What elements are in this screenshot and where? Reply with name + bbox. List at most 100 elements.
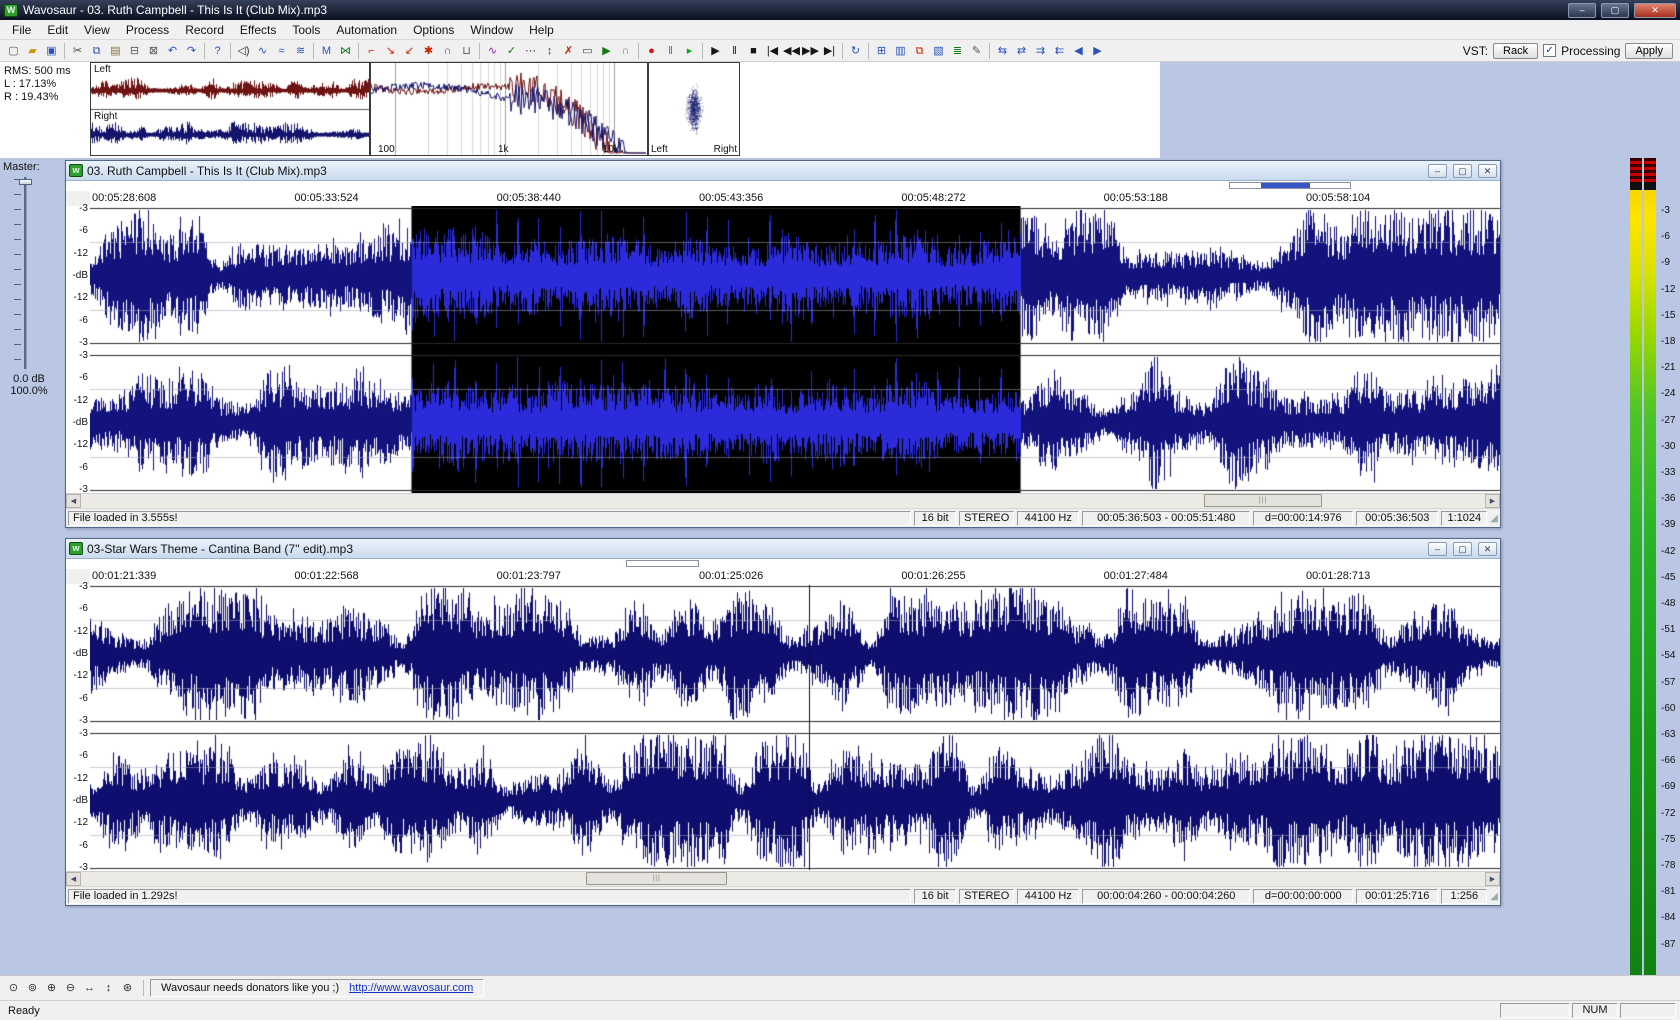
menu-edit[interactable]: Edit (39, 21, 76, 39)
menu-automation[interactable]: Automation (328, 21, 405, 39)
rewind-icon[interactable]: ◀◀ (782, 42, 801, 60)
menu-view[interactable]: View (76, 21, 118, 39)
menu-window[interactable]: Window (462, 21, 521, 39)
go-start-icon[interactable]: |◀ (763, 42, 782, 60)
horizontal-scrollbar[interactable]: ◀ ||| ▶ (66, 493, 1500, 508)
envelope-frame-icon[interactable]: ▭ (578, 42, 597, 60)
marker-icon[interactable]: M (317, 42, 336, 60)
channels-swap-icon[interactable]: ⇄ (1012, 42, 1031, 60)
record-icon[interactable]: ● (642, 42, 661, 60)
clear-envelope-icon[interactable]: ✗ (559, 42, 578, 60)
mark-in-icon[interactable]: ↘ (381, 42, 400, 60)
nudge-left-icon[interactable]: ◀ (1069, 42, 1088, 60)
new-file-icon[interactable]: ▢ (4, 42, 23, 60)
zoom-100-icon[interactable]: ⊛ (118, 979, 137, 997)
vertical-zoom-icon[interactable]: ↕ (540, 42, 559, 60)
zoom-vertical-icon[interactable]: ↕ (99, 979, 118, 997)
mark-out-icon[interactable]: ↙ (400, 42, 419, 60)
scroll-left-icon[interactable]: ◀ (66, 872, 81, 886)
envelope-icon[interactable]: ∿ (483, 42, 502, 60)
go-end-icon[interactable]: ▶| (820, 42, 839, 60)
scroll-track[interactable]: ||| (81, 494, 1485, 508)
overview-bar[interactable] (626, 560, 699, 567)
child-maximize-button[interactable]: ▢ (1453, 542, 1472, 556)
child-maximize-button[interactable]: ▢ (1453, 164, 1472, 178)
zoom-tool-icon[interactable]: ⊙ (4, 979, 23, 997)
resize-grip-icon[interactable]: ◢ (1490, 889, 1498, 904)
waveform-view-icon[interactable]: ∿ (253, 42, 272, 60)
audio-config-icon[interactable]: ◁) (234, 42, 253, 60)
envelope-points-icon[interactable]: ⋯ (521, 42, 540, 60)
menu-file[interactable]: File (4, 21, 39, 39)
scroll-right-icon[interactable]: ▶ (1485, 494, 1500, 508)
close-button[interactable]: ✕ (1634, 3, 1676, 18)
scrollbar-thumb[interactable]: ||| (586, 872, 726, 885)
snap-icon[interactable]: ✱ (419, 42, 438, 60)
statistics-icon[interactable]: ▥ (891, 42, 910, 60)
child-minimize-button[interactable]: – (1428, 164, 1447, 178)
child-close-button[interactable]: ✕ (1478, 164, 1497, 178)
menu-options[interactable]: Options (405, 21, 462, 39)
master-slider-thumb[interactable] (19, 179, 32, 185)
channels-split-icon[interactable]: ⇆ (993, 42, 1012, 60)
vst-rack-button[interactable]: Rack (1493, 43, 1538, 59)
menu-tools[interactable]: Tools (284, 21, 328, 39)
trim-icon[interactable]: ⊟ (125, 42, 144, 60)
menu-effects[interactable]: Effects (232, 21, 284, 39)
app-titlebar[interactable]: W Wavosaur - 03. Ruth Campbell - This Is… (0, 0, 1680, 20)
stop-icon[interactable]: ■ (744, 42, 763, 60)
wavosaur-link[interactable]: http://www.wavosaur.com (349, 982, 473, 994)
lock-envelope-icon[interactable]: ∩ (616, 42, 635, 60)
minimize-button[interactable]: – (1568, 3, 1596, 18)
copy-icon[interactable]: ⧉ (87, 42, 106, 60)
apply-envelope-icon[interactable]: ✓ (502, 42, 521, 60)
menu-record[interactable]: Record (177, 21, 232, 39)
processing-checkbox[interactable]: ✓ (1543, 44, 1556, 57)
scroll-right-icon[interactable]: ▶ (1485, 872, 1500, 886)
marker-play-icon[interactable]: ⋈ (336, 42, 355, 60)
apply-button[interactable]: Apply (1625, 43, 1673, 59)
zoom-all-wave-icon[interactable]: ≋ (291, 42, 310, 60)
save-file-icon[interactable]: ▣ (42, 42, 61, 60)
delete-icon[interactable]: ⊠ (144, 42, 163, 60)
channels-extract-icon[interactable]: ⇇ (1050, 42, 1069, 60)
scrollbar-thumb[interactable]: ||| (1204, 494, 1322, 507)
master-slider[interactable] (14, 177, 36, 369)
horizontal-scrollbar[interactable]: ◀ ||| ▶ (66, 871, 1500, 886)
resize-grip-icon[interactable]: ◢ (1490, 511, 1498, 526)
scroll-left-icon[interactable]: ◀ (66, 494, 81, 508)
pause-record-icon[interactable]: ‖ (661, 42, 680, 60)
child-titlebar[interactable]: w 03-Star Wars Theme - Cantina Band (7''… (66, 539, 1500, 559)
cut-icon[interactable]: ✂ (68, 42, 87, 60)
zoom-free-icon[interactable]: ⊚ (23, 979, 42, 997)
help-icon[interactable]: ? (208, 42, 227, 60)
scroll-track[interactable]: ||| (81, 872, 1485, 886)
zoom-horizontal-icon[interactable]: ↔ (80, 979, 99, 997)
copy-loop-icon[interactable]: ⧉ (910, 42, 929, 60)
zoom-selection-wave-icon[interactable]: ≈ (272, 42, 291, 60)
nudge-right-icon[interactable]: ▶ (1088, 42, 1107, 60)
paste-icon[interactable]: ▤ (106, 42, 125, 60)
insert-silence-icon[interactable]: ⊞ (872, 42, 891, 60)
loop-start-icon[interactable]: ⌐ (362, 42, 381, 60)
channels-merge-icon[interactable]: ⇉ (1031, 42, 1050, 60)
play-record-icon[interactable]: ▸ (680, 42, 699, 60)
play-icon[interactable]: ▶ (706, 42, 725, 60)
interpolate-icon[interactable]: ▧ (929, 42, 948, 60)
maximize-button[interactable]: ▢ (1601, 3, 1629, 18)
play-envelope-icon[interactable]: ▶ (597, 42, 616, 60)
waveform-canvas[interactable] (90, 584, 1500, 871)
timeline[interactable]: 00:01:21:33900:01:22:56800:01:23:79700:0… (90, 569, 1500, 584)
zoom-out-icon[interactable]: ⊖ (61, 979, 80, 997)
open-file-icon[interactable]: ▰ (23, 42, 42, 60)
timeline[interactable]: 00:05:28:60800:05:33:52400:05:38:44000:0… (90, 191, 1500, 206)
overview-bar[interactable] (1229, 182, 1351, 189)
child-close-button[interactable]: ✕ (1478, 542, 1497, 556)
resample-icon[interactable]: ≣ (948, 42, 967, 60)
menu-process[interactable]: Process (118, 21, 177, 39)
redo-icon[interactable]: ↷ (182, 42, 201, 60)
delete-markers-icon[interactable]: ⊔ (457, 42, 476, 60)
child-titlebar[interactable]: w 03. Ruth Campbell - This Is It (Club M… (66, 161, 1500, 181)
forward-icon[interactable]: ▶▶ (801, 42, 820, 60)
pencil-icon[interactable]: ✎ (967, 42, 986, 60)
